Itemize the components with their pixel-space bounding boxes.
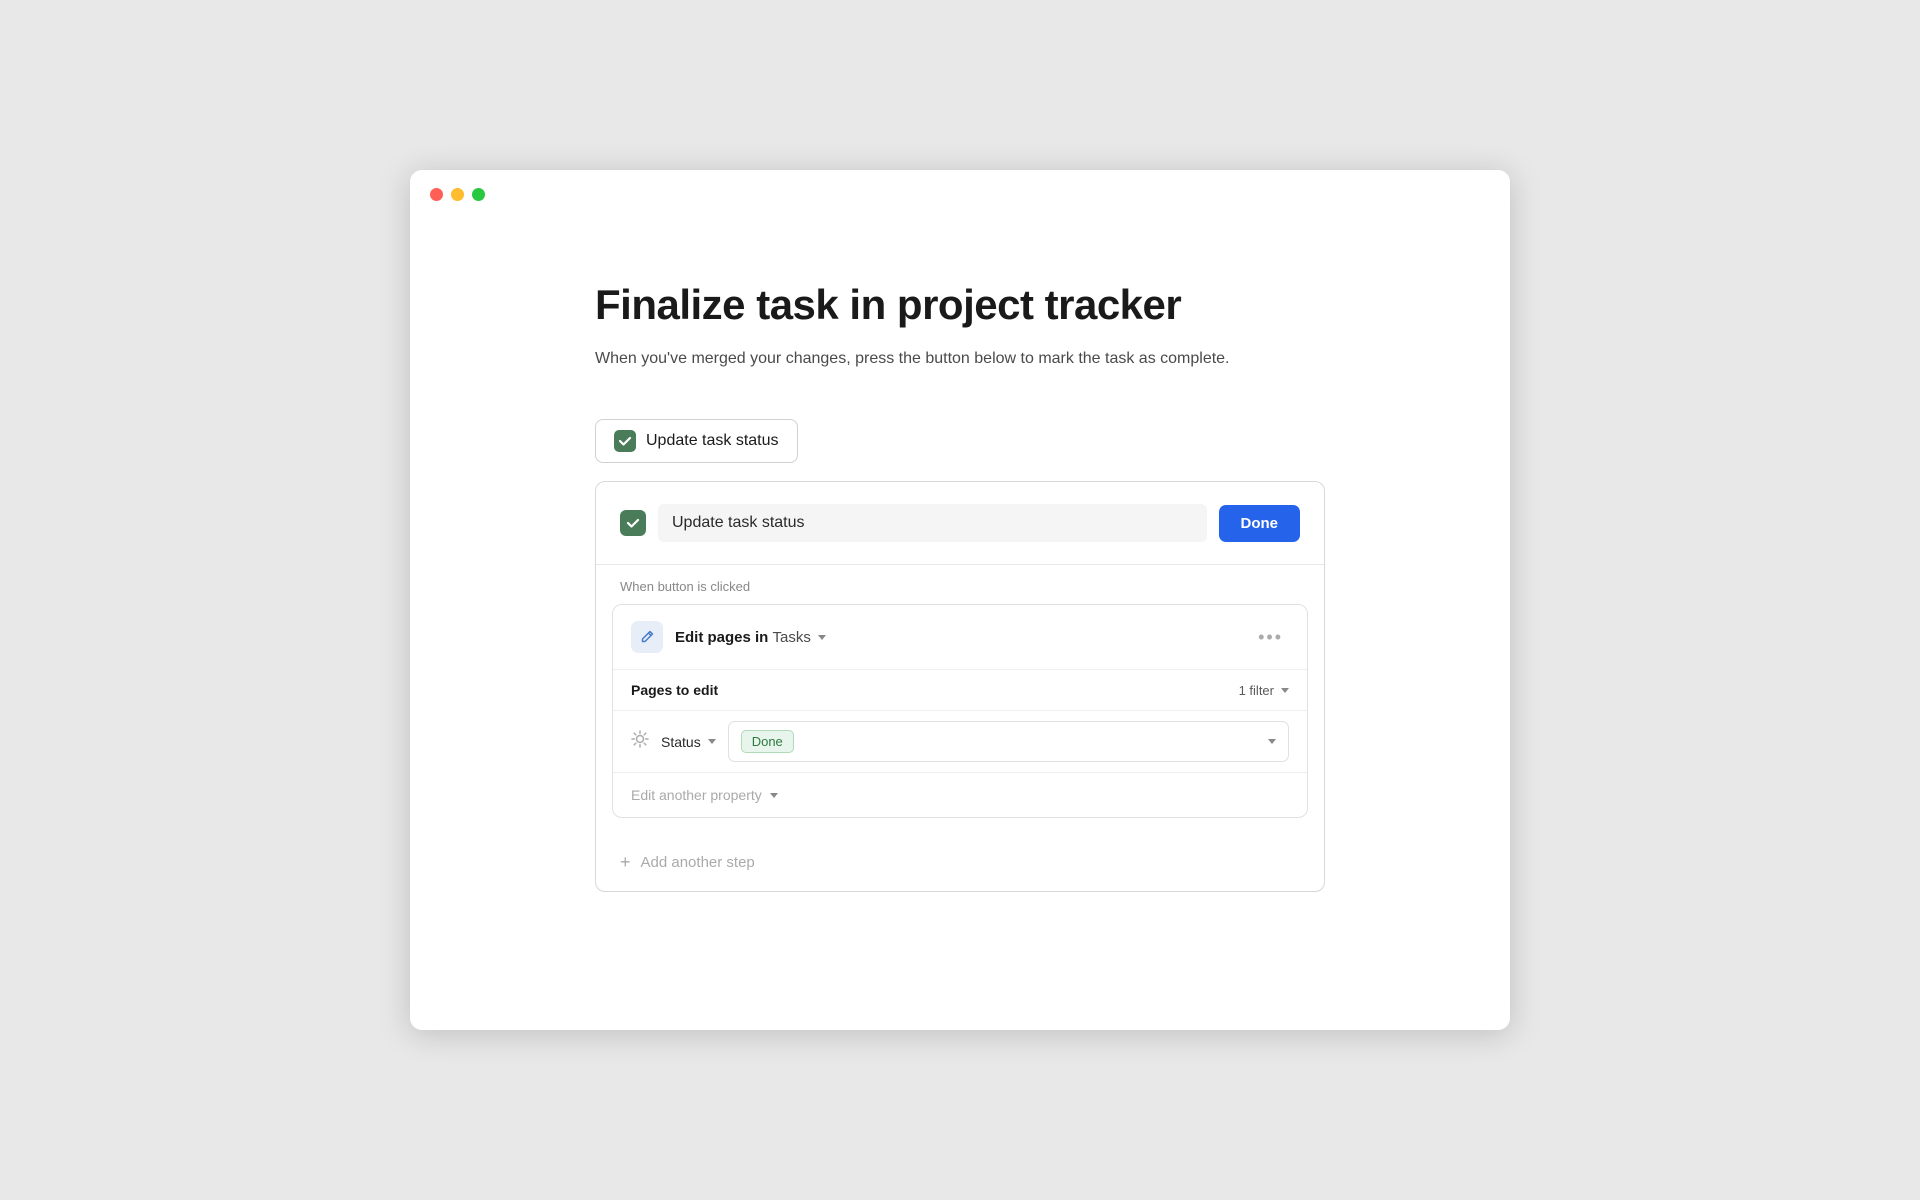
edit-property-chevron-icon [770,793,778,798]
done-button[interactable]: Done [1219,505,1301,542]
close-button[interactable] [430,188,443,201]
dropdown-chevron-icon [1268,739,1276,744]
update-task-status-toggle[interactable]: Update task status [595,419,798,463]
when-label: When button is clicked [596,565,1324,604]
edit-pages-icon [631,621,663,653]
toggle-label: Update task status [646,432,779,450]
toggle-checkbox-icon [614,430,636,452]
status-sun-icon [631,730,649,753]
db-name: Tasks [773,629,811,646]
status-row: Status Done [613,710,1307,772]
maximize-button[interactable] [472,188,485,201]
pages-to-edit-row: Pages to edit 1 filter [613,669,1307,710]
edit-another-property-label: Edit another property [631,787,778,803]
page-title: Finalize task in project tracker [595,281,1325,329]
more-options-button[interactable]: ••• [1252,625,1289,650]
action-title: Edit pages in Tasks [675,629,1252,646]
minimize-button[interactable] [451,188,464,201]
card-checkbox[interactable] [620,510,646,536]
filter-badge[interactable]: 1 filter [1239,683,1289,698]
app-window: Finalize task in project tracker When yo… [410,170,1510,1030]
task-title-input[interactable] [658,504,1207,542]
filter-chevron-icon [1281,688,1289,693]
db-chevron-icon [818,635,826,640]
toggle-row: Update task status [595,419,1325,463]
pages-to-edit-label: Pages to edit [631,682,1239,698]
add-another-step-row[interactable]: + Add another step [596,834,1324,891]
status-label[interactable]: Status [661,734,716,750]
edit-another-property-row[interactable]: Edit another property [613,772,1307,817]
status-value-dropdown[interactable]: Done [728,721,1289,762]
action-block: Edit pages in Tasks ••• Pages to edit 1 … [612,604,1308,818]
page-subtitle: When you've merged your changes, press t… [595,347,1325,371]
main-card: Done When button is clicked Edit pages i… [595,481,1325,892]
checkmark-icon [618,434,632,448]
card-header: Done [596,482,1324,565]
status-done-badge: Done [741,730,794,753]
add-step-label: Add another step [641,854,755,871]
main-content: Finalize task in project tracker When yo… [410,201,1510,952]
status-chevron-icon [708,739,716,744]
action-header: Edit pages in Tasks ••• [613,605,1307,669]
card-checkmark-icon [625,515,641,531]
plus-icon: + [620,852,631,873]
titlebar [410,170,1510,201]
